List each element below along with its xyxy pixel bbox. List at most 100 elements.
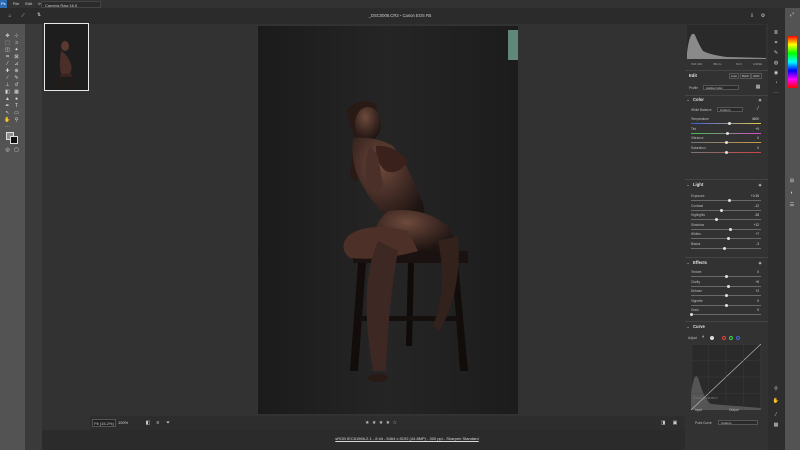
brush-tool-icon[interactable]: ∕: [4, 76, 11, 81]
path-select-icon[interactable]: ↖: [4, 111, 11, 116]
slider-value[interactable]: -12: [747, 204, 759, 208]
eraser-icon[interactable]: ◧: [4, 90, 11, 95]
slider-value[interactable]: 0: [747, 136, 759, 140]
slider-track[interactable]: [691, 294, 761, 297]
wb-eyedropper-icon[interactable]: ⁄: [755, 106, 761, 112]
red-channel-dot[interactable]: [722, 336, 726, 340]
slider-knob[interactable]: [724, 303, 728, 307]
slider-knob[interactable]: [689, 313, 693, 316]
properties-icon[interactable]: ⊞: [788, 178, 796, 184]
green-channel-dot[interactable]: [729, 336, 733, 340]
filter-icon[interactable]: ⏷: [165, 420, 171, 426]
blue-channel-dot[interactable]: [736, 336, 740, 340]
sort-order-icon[interactable]: ≡: [155, 420, 161, 426]
zoom-icon[interactable]: ⚲: [772, 386, 780, 392]
slider-knob[interactable]: [728, 199, 731, 202]
slider-knob[interactable]: [724, 275, 728, 278]
clone-stamp-icon[interactable]: ⊥: [4, 83, 11, 88]
slider-value[interactable]: -3: [747, 242, 759, 246]
sort-icon[interactable]: ⇅: [35, 12, 43, 18]
hand-icon[interactable]: ✋: [772, 398, 780, 404]
before-after-icon[interactable]: ◨: [660, 420, 666, 426]
slider-value[interactable]: 0: [747, 270, 759, 274]
profile-browser-icon[interactable]: ▦: [755, 84, 761, 90]
toggle-overlay-icon[interactable]: ▣: [672, 420, 678, 426]
color-section-title[interactable]: Color: [693, 97, 704, 102]
slider-knob[interactable]: [728, 122, 731, 125]
collapse-chevron-icon[interactable]: ⌄: [686, 182, 690, 188]
eyedropper-icon[interactable]: ⁄: [4, 62, 11, 67]
slider-track[interactable]: [691, 275, 761, 278]
slider-track[interactable]: [691, 303, 761, 307]
artboard-tool-icon[interactable]: ⊹: [13, 34, 20, 39]
star-rating[interactable]: ★ ★ ★ ★ ☆: [365, 416, 397, 430]
healing-brush-icon[interactable]: ✚: [4, 69, 11, 74]
slider-track[interactable]: [691, 131, 761, 135]
collapse-chevron-icon[interactable]: ⌄: [686, 324, 690, 330]
magic-wand-icon[interactable]: ✦: [13, 48, 20, 53]
slider-value[interactable]: +0.35: [747, 194, 759, 198]
slider-value[interactable]: 4500: [747, 117, 759, 121]
lasso-tool-icon[interactable]: ↄ: [13, 41, 20, 46]
slider-track[interactable]: [691, 246, 761, 250]
grid-overlay-icon[interactable]: ▦: [772, 422, 780, 428]
tone-curve-graph[interactable]: [691, 344, 761, 410]
light-section-title[interactable]: Light: [693, 182, 703, 187]
compare-view-icon[interactable]: ◧: [145, 420, 151, 426]
slider-knob[interactable]: [725, 131, 729, 135]
marquee-tool-icon[interactable]: ⬚: [4, 41, 11, 46]
slider-track[interactable]: [691, 227, 761, 231]
zoom-tool-icon[interactable]: ⚲: [13, 118, 20, 123]
slider-track[interactable]: [691, 218, 761, 221]
parametric-curve-icon[interactable]: ◐: [701, 334, 706, 340]
expand-panels-icon[interactable]: ⤢: [788, 12, 796, 18]
slider-knob[interactable]: [726, 284, 730, 288]
menu-file[interactable]: File: [13, 0, 19, 8]
remove-tool-icon[interactable]: ✎: [772, 50, 780, 56]
quick-mask-icon[interactable]: ◎: [4, 148, 11, 153]
crop-tool-icon[interactable]: ⌗: [4, 55, 11, 60]
auto-button[interactable]: Auto: [729, 73, 740, 79]
history-brush-icon[interactable]: ↺: [13, 83, 20, 88]
masking-icon[interactable]: ◍: [772, 60, 780, 66]
background-color-swatch[interactable]: [10, 136, 18, 144]
pencil-tool-icon[interactable]: ✎: [13, 76, 20, 81]
patch-tool-icon[interactable]: ⊕: [13, 69, 20, 74]
profile-dropdown[interactable]: Adobe Color: [703, 85, 739, 90]
slider-value[interactable]: -28: [747, 213, 759, 217]
slider-knob[interactable]: [724, 150, 728, 154]
filmstrip-thumbnail[interactable]: [44, 23, 89, 91]
more-options-icon[interactable]: ⋯: [772, 90, 780, 96]
slider-value[interactable]: +7: [747, 232, 759, 236]
presets-icon[interactable]: ◔: [772, 80, 780, 86]
blur-tool-icon[interactable]: ▲: [4, 97, 11, 102]
slider-knob[interactable]: [725, 294, 729, 297]
sampler-icon[interactable]: ⁄: [772, 412, 780, 418]
slider-value[interactable]: +6: [747, 280, 759, 284]
brush-icon[interactable]: ⟋: [19, 13, 27, 19]
slider-track[interactable]: [691, 237, 761, 240]
slider-track[interactable]: [691, 150, 761, 154]
zoom-percent[interactable]: 100%: [118, 416, 128, 430]
visibility-eye-icon[interactable]: ◉: [757, 260, 763, 266]
crop-icon[interactable]: ⌗: [772, 40, 780, 46]
fit-zoom-dropdown[interactable]: Fit (15.2%): [92, 419, 116, 427]
settings-gear-icon[interactable]: ⚙: [759, 13, 767, 19]
ruler-icon[interactable]: ⊿: [13, 62, 20, 67]
rectangle-tool-icon[interactable]: ▭: [13, 111, 20, 116]
slider-knob[interactable]: [724, 141, 728, 144]
slider-value[interactable]: +12: [747, 223, 759, 227]
dodge-tool-icon[interactable]: ●: [13, 97, 20, 102]
hdr-button[interactable]: HDR: [751, 73, 762, 79]
rgb-channel-dot[interactable]: [710, 336, 714, 340]
white-balance-dropdown[interactable]: Custom: [717, 107, 743, 112]
gradient-icon[interactable]: ▦: [13, 90, 20, 95]
slider-value[interactable]: +5: [747, 127, 759, 131]
slider-knob[interactable]: [728, 227, 732, 231]
slider-knob[interactable]: [720, 208, 724, 212]
slider-track[interactable]: [691, 141, 761, 144]
slider-value[interactable]: +2: [747, 289, 759, 293]
layers-icon[interactable]: ☰: [788, 202, 796, 208]
curve-section-title[interactable]: Curve: [693, 324, 705, 329]
red-eye-icon[interactable]: ◉: [772, 70, 780, 76]
